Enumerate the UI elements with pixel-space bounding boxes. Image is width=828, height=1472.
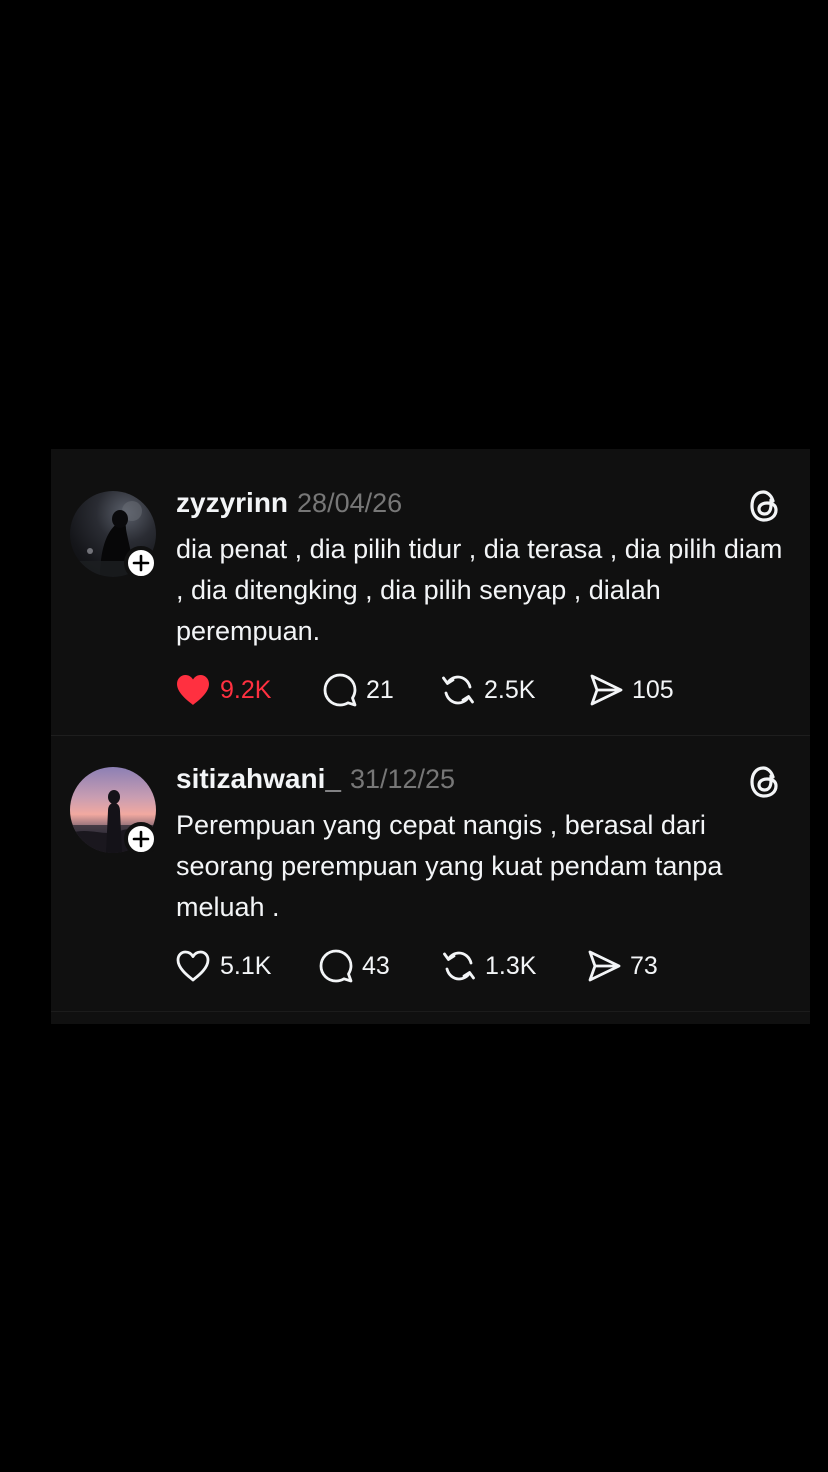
- like-count: 5.1K: [220, 951, 272, 980]
- like-button[interactable]: 5.1K: [174, 946, 271, 986]
- thread-post[interactable]: sitizahwani_ 31/12/25 Perempuan yang cep…: [51, 725, 810, 1001]
- follow-plus-button[interactable]: [124, 822, 158, 856]
- like-count: 9.2K: [220, 675, 272, 704]
- heart-icon: [176, 950, 210, 982]
- follow-plus-button[interactable]: [124, 546, 158, 580]
- repost-button[interactable]: 2.5K: [440, 670, 535, 710]
- post-date: 28/04/26: [297, 488, 403, 518]
- threads-card: zyzyrinn 28/04/26 dia penat , dia pilih …: [51, 449, 810, 1024]
- reply-count: 21: [366, 675, 394, 704]
- share-button[interactable]: 73: [586, 946, 658, 986]
- repost-icon: [443, 951, 475, 981]
- share-count: 105: [632, 675, 674, 704]
- repost-count: 2.5K: [484, 675, 536, 704]
- threads-logo-icon[interactable]: [748, 488, 782, 524]
- action-bar: 5.1K 43 1.3K 73: [174, 946, 734, 986]
- repost-count: 1.3K: [485, 951, 537, 980]
- post-text: Perempuan yang cepat nangis , berasal da…: [176, 810, 723, 922]
- share-count: 73: [630, 951, 658, 980]
- username[interactable]: sitizahwani_: [176, 763, 341, 795]
- thread-post[interactable]: zyzyrinn 28/04/26 dia penat , dia pilih …: [51, 449, 810, 725]
- comment-icon: [323, 673, 357, 707]
- repost-icon: [442, 675, 474, 705]
- reply-button[interactable]: 43: [318, 946, 390, 986]
- post-header: zyzyrinn 28/04/26: [176, 487, 402, 523]
- repost-button[interactable]: 1.3K: [441, 946, 536, 986]
- post-text: dia penat , dia pilih tidur , dia terasa…: [176, 534, 783, 646]
- threads-logo-icon[interactable]: [748, 764, 782, 800]
- post-header: sitizahwani_ 31/12/25: [176, 763, 455, 799]
- share-button[interactable]: 105: [588, 670, 674, 710]
- like-button[interactable]: 9.2K: [174, 670, 271, 710]
- share-icon: [588, 950, 621, 982]
- post-date: 31/12/25: [349, 764, 456, 794]
- plus-icon: [132, 554, 150, 572]
- plus-icon: [132, 830, 150, 848]
- reply-count: 43: [362, 951, 390, 980]
- username[interactable]: zyzyrinn: [176, 487, 288, 519]
- reply-button[interactable]: 21: [322, 670, 394, 710]
- share-icon: [590, 674, 623, 706]
- action-bar: 9.2K 21 2.5K 105: [174, 670, 734, 710]
- card-bottom-border: [51, 1011, 810, 1012]
- comment-icon: [319, 949, 353, 983]
- heart-filled-icon: [177, 675, 209, 705]
